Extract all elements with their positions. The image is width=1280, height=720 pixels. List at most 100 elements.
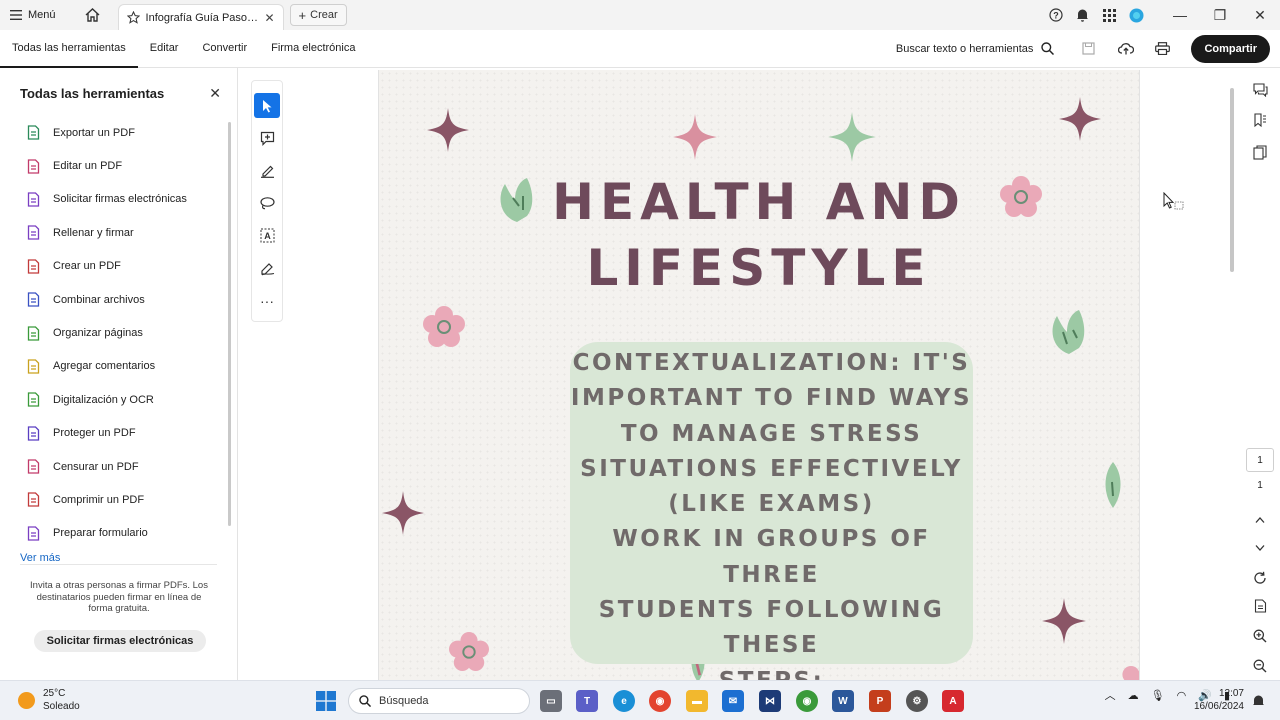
apps-grid-icon[interactable]	[1096, 8, 1123, 22]
menu-button[interactable]: Menú	[0, 0, 66, 30]
close-window-icon[interactable]: ✕	[1240, 7, 1280, 24]
tab-convert[interactable]: Convertir	[190, 30, 259, 68]
taskbar-search[interactable]: Búsqueda	[348, 688, 530, 714]
tab-e-signature[interactable]: Firma electrónica	[259, 30, 367, 68]
windows-taskbar: 25°C Soleado Búsqueda ▭ T e ◉ ▬ ✉ ⋈ ◉ W …	[0, 680, 1280, 720]
tool-item[interactable]: Censurar un PDF	[26, 450, 237, 483]
file-explorer-icon[interactable]: ▬	[686, 690, 708, 712]
zoom-in-icon[interactable]	[1250, 626, 1270, 646]
chrome-profile-icon[interactable]: ◉	[796, 690, 818, 712]
tab-all-tools[interactable]: Todas las herramientas	[0, 30, 138, 68]
document-tab[interactable]: Infografía Guía Pasos... ✕	[117, 4, 284, 30]
document-viewer: HEALTH AND LIFESTYLE CONTEXTUALIZATION: …	[239, 68, 1240, 682]
clock[interactable]: 12:07 16/06/2024	[1188, 687, 1244, 713]
notification-bell-icon[interactable]	[1252, 694, 1265, 708]
weather-widget[interactable]: 25°C Soleado	[18, 687, 80, 713]
tool-item[interactable]: Crear un PDF	[26, 250, 237, 283]
tool-item[interactable]: Comprimir un PDF	[26, 483, 237, 516]
next-page-icon[interactable]	[1250, 538, 1270, 558]
word-icon[interactable]: W	[832, 690, 854, 712]
settings-icon[interactable]: ⚙	[906, 690, 928, 712]
tab-edit[interactable]: Editar	[138, 30, 191, 68]
protect-pdf-icon	[27, 426, 40, 441]
tools-list: Exportar un PDF Editar un PDF Solicitar fi…	[0, 106, 237, 550]
wifi-icon[interactable]: ◠	[1177, 689, 1187, 702]
context-line: STUDENTS FOLLOWING THESE	[598, 597, 945, 659]
search-icon	[1041, 42, 1055, 55]
tool-item-label: Comprimir un PDF	[53, 493, 145, 506]
tool-item[interactable]: Exportar un PDF	[26, 116, 237, 149]
context-line: CONTEXTUALIZATION: IT'S	[572, 350, 971, 376]
more-tools-icon[interactable]: ···	[254, 288, 280, 313]
tool-item[interactable]: Rellenar y firmar	[26, 216, 237, 249]
teams-icon[interactable]: T	[576, 690, 598, 712]
tool-item-label: Crear un PDF	[53, 260, 121, 273]
task-view-icon[interactable]: ▭	[540, 690, 562, 712]
mouse-cursor-icon	[1163, 192, 1184, 210]
sun-icon	[18, 691, 35, 709]
chevron-up-icon[interactable]: ︿	[1105, 687, 1116, 703]
zoom-out-icon[interactable]	[1250, 656, 1270, 676]
previous-page-icon[interactable]	[1250, 510, 1270, 530]
pages-panel-icon[interactable]	[1250, 142, 1270, 162]
comments-panel-icon[interactable]	[1250, 80, 1270, 100]
vscode-icon[interactable]: ⋈	[759, 690, 781, 712]
tool-item[interactable]: Proteger un PDF	[26, 417, 237, 450]
flower-decoration-icon	[449, 632, 489, 672]
page-display-icon[interactable]	[1250, 596, 1270, 616]
help-icon[interactable]: ?	[1042, 8, 1069, 22]
ai-assistant-icon[interactable]	[1123, 8, 1150, 23]
prepare-form-icon	[27, 526, 40, 541]
upload-cloud-icon[interactable]	[1109, 34, 1142, 64]
save-icon[interactable]	[1072, 34, 1105, 64]
microphone-icon[interactable]: 🎙	[1151, 689, 1165, 702]
star-icon[interactable]	[126, 11, 140, 24]
tool-item-label: Exportar un PDF	[53, 126, 135, 139]
see-more-link[interactable]: Ver más	[0, 552, 237, 564]
share-button[interactable]: Compartir	[1191, 34, 1270, 63]
context-text: CONTEXTUALIZATION: IT'S IMPORTANT TO FIN…	[570, 346, 973, 682]
print-icon[interactable]	[1146, 34, 1179, 64]
tool-item[interactable]: Digitalización y OCR	[26, 383, 237, 416]
tool-item[interactable]: Solicitar firmas electrónicas	[26, 183, 237, 216]
tool-item-label: Editar un PDF	[53, 160, 123, 173]
notifications-icon[interactable]	[1069, 8, 1096, 22]
tool-item[interactable]: Agregar comentarios	[26, 350, 237, 383]
document-scrollbar[interactable]	[1230, 88, 1234, 272]
powerpoint-icon[interactable]: P	[869, 690, 891, 712]
rotate-icon[interactable]	[1250, 568, 1270, 588]
edge-icon[interactable]: e	[613, 690, 635, 712]
panel-scrollbar[interactable]	[228, 122, 231, 526]
highlight-tool-icon[interactable]	[254, 158, 280, 183]
lasso-draw-tool-icon[interactable]	[254, 191, 280, 216]
chrome-icon[interactable]: ◉	[649, 690, 671, 712]
current-page-input[interactable]: 1	[1246, 448, 1274, 472]
tool-item[interactable]: Combinar archivos	[26, 283, 237, 316]
text-tool-icon[interactable]: A	[254, 223, 280, 248]
close-tab-icon[interactable]: ✕	[264, 11, 274, 25]
redact-pdf-icon	[27, 459, 40, 474]
acrobat-icon[interactable]: A	[942, 690, 964, 712]
add-comment-tool-icon[interactable]	[254, 126, 280, 151]
request-signatures-button[interactable]: Solicitar firmas electrónicas	[34, 630, 206, 652]
context-line: IMPORTANT TO FIND WAYS	[570, 385, 973, 412]
document-title-line-1: HEALTH AND	[552, 173, 966, 231]
bookmarks-panel-icon[interactable]	[1250, 110, 1270, 130]
minimize-icon[interactable]: —	[1160, 7, 1200, 23]
tool-item[interactable]: Preparar formulario	[26, 517, 237, 550]
cloud-icon[interactable]: ☁	[1128, 689, 1139, 702]
create-button[interactable]: + Crear	[289, 4, 347, 26]
tool-item[interactable]: Organizar páginas	[26, 316, 237, 349]
restore-icon[interactable]: ❐	[1200, 7, 1240, 24]
fill-sign-icon	[27, 225, 40, 241]
mail-icon[interactable]: ✉	[722, 690, 744, 712]
home-button[interactable]	[78, 0, 108, 30]
search-tools-button[interactable]: Buscar texto o herramientas	[896, 42, 1055, 55]
select-tool-icon[interactable]	[254, 93, 280, 119]
sign-tool-icon[interactable]	[254, 256, 280, 281]
date: 16/06/2024	[1193, 701, 1244, 712]
tool-item[interactable]: Editar un PDF	[26, 149, 237, 182]
windows-start-icon[interactable]	[316, 691, 336, 711]
pdf-page: HEALTH AND LIFESTYLE CONTEXTUALIZATION: …	[378, 70, 1140, 682]
close-panel-icon[interactable]: ✕	[209, 85, 221, 102]
